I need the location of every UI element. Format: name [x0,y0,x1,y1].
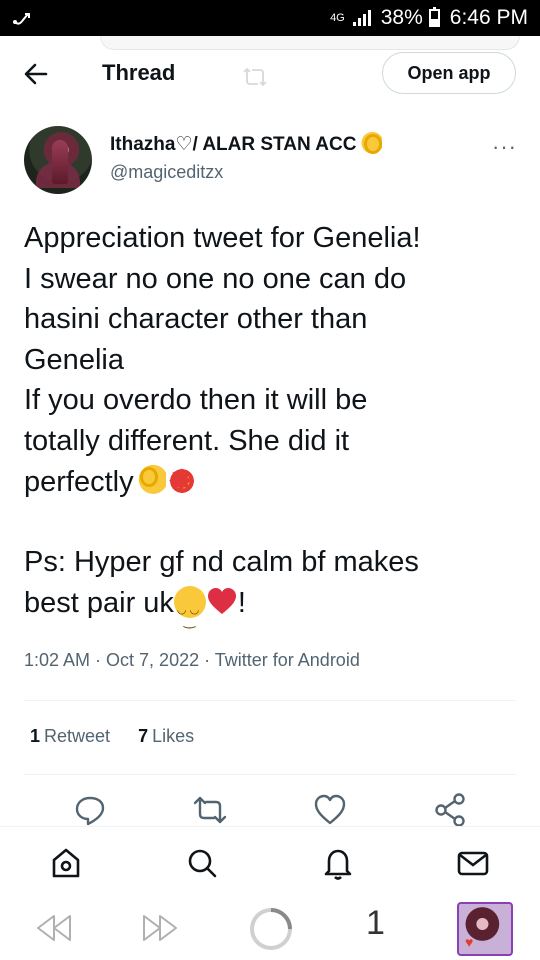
page-title: Thread [102,60,176,85]
back-arrow-icon[interactable] [22,60,50,88]
retweets-stat[interactable]: 1 Retweet [30,726,110,747]
red-heart-emoji-icon [207,587,236,614]
tweet-timestamp[interactable]: 1:02 AM · Oct 7, 2022 · Twitter for Andr… [24,650,360,671]
retweet-icon[interactable] [190,790,230,830]
tweet-line-text: perfectly [24,465,134,498]
tweet-author: Ithazha♡/ ALAR STAN ACC @magiceditzx ··· [24,126,524,196]
open-app-button[interactable]: Open app [382,52,516,94]
ok-hand-emoji-icon [133,464,166,497]
status-bar: 4G 38% 6:46 PM [0,0,540,36]
likes-stat[interactable]: 7 Likes [138,726,194,747]
reply-icon[interactable] [70,790,110,830]
signal-icon [352,10,371,26]
retweets-label: Retweet [44,726,111,746]
notifications-bell-icon[interactable] [320,845,356,881]
tweet-line-last: perfectly [24,461,520,503]
clock: 6:46 PM [449,6,528,29]
messages-envelope-icon[interactable] [455,845,491,881]
author-name-text: Ithazha♡/ ALAR STAN ACC [110,133,357,155]
tweet-line-ps-end: best pair uk! [24,583,520,640]
tweet-line: Appreciation tweet for Genelia! [24,222,421,254]
home-icon[interactable] [48,845,84,881]
tweet-line-text: best pair uk [24,586,174,619]
tweet-line: Ps: Hyper gf nd calm bf makes [24,546,419,579]
author-handle[interactable]: @magiceditzx [110,162,223,183]
retweets-count: 1 [30,726,41,746]
tweet-line: I swear no one no one can do [24,262,407,295]
tweet-line: totally different. She did it [24,424,350,457]
tweet-text: Appreciation tweet for Genelia! I swear … [24,218,520,640]
author-name[interactable]: Ithazha♡/ ALAR STAN ACC [110,132,383,156]
like-heart-icon[interactable] [310,790,350,830]
loading-spinner-icon [250,908,292,950]
share-icon[interactable] [430,790,470,830]
tweet-stats: 1 Retweet 7 Likes [30,726,194,747]
network-type: 4G [330,12,345,24]
more-options-icon[interactable]: ··· [492,134,517,160]
tab-count[interactable]: 1 [366,904,385,943]
search-icon[interactable] [184,845,220,881]
tweet-exclamation: ! [237,586,246,619]
battery-percent: 38% [380,6,423,29]
tweet-line: Genelia [24,343,124,376]
battery-icon [428,7,440,27]
thread-header: Thread Open app [0,36,540,112]
ok-hand-emoji-icon [358,132,383,156]
tweet-actions [0,790,540,830]
profile-thumbnail[interactable] [457,902,513,956]
likes-count: 7 [138,726,149,746]
browser-nav: 1 [0,896,540,960]
collision-emoji-icon [165,461,198,501]
tweet-line: hasini character other than [24,303,368,336]
rewind-back-icon[interactable] [34,912,74,944]
usb-debug-icon [13,13,30,25]
bottom-nav [0,826,540,894]
fast-forward-icon[interactable] [140,912,180,944]
tweet-line: If you overdo then it will be [24,384,368,417]
underlying-card-edge [100,36,520,50]
divider [24,700,516,701]
ghost-retweet-icon [243,67,267,87]
likes-label: Likes [152,726,195,746]
avatar[interactable] [24,126,92,194]
divider [24,774,516,775]
relieved-face-emoji-icon [173,585,206,640]
